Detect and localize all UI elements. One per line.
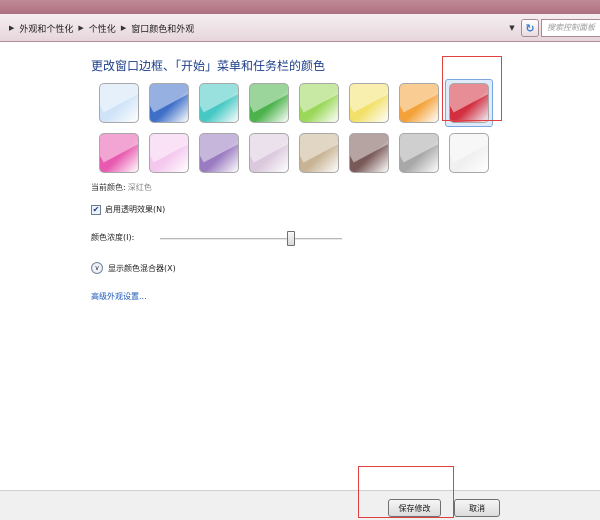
expand-chevron-icon[interactable]: ∨ bbox=[91, 262, 103, 274]
transparency-label[interactable]: 启用透明效果(N) bbox=[105, 204, 165, 215]
color-swatch[interactable] bbox=[399, 83, 439, 123]
current-color-text: 当前颜色: 深红色 bbox=[91, 182, 152, 193]
breadcrumb-item-window-color[interactable]: 窗口颜色和外观 bbox=[131, 22, 194, 35]
button-bar bbox=[0, 490, 600, 520]
intensity-slider-track[interactable] bbox=[160, 238, 342, 240]
color-swatch[interactable] bbox=[149, 83, 189, 123]
page-title: 更改窗口边框、「开始」菜单和任务栏的颜色 bbox=[91, 59, 326, 73]
color-swatch[interactable] bbox=[399, 133, 439, 173]
intensity-label: 颜色浓度(I): bbox=[91, 233, 135, 242]
color-swatch[interactable] bbox=[99, 83, 139, 123]
current-color-value: 深红色 bbox=[127, 183, 152, 192]
transparency-option[interactable]: ✔ 启用透明效果(N) bbox=[91, 204, 165, 215]
search-input[interactable]: 搜索控制面板 bbox=[541, 19, 600, 37]
refresh-icon[interactable]: ↻ bbox=[521, 19, 539, 37]
color-swatch[interactable] bbox=[449, 133, 489, 173]
cancel-button[interactable]: 取消 bbox=[454, 499, 500, 517]
chevron-right-icon: ▶ bbox=[9, 24, 15, 32]
color-swatch[interactable] bbox=[299, 83, 339, 123]
breadcrumb: ▶ 外观和个性化 ▶ 个性化 ▶ 窗口颜色和外观 bbox=[4, 21, 194, 35]
chevron-right-icon[interactable]: ▶ bbox=[121, 24, 126, 32]
color-swatch[interactable] bbox=[199, 83, 239, 123]
current-color-label: 当前颜色: bbox=[91, 183, 126, 192]
highlight-box-selected-swatch bbox=[442, 56, 502, 121]
color-swatch[interactable] bbox=[99, 133, 139, 173]
color-swatch[interactable] bbox=[349, 133, 389, 173]
color-swatch[interactable] bbox=[349, 83, 389, 123]
color-swatch[interactable] bbox=[199, 133, 239, 173]
transparency-checkbox[interactable]: ✔ bbox=[91, 204, 101, 215]
color-swatch[interactable] bbox=[299, 133, 339, 173]
address-bar: ▶ 外观和个性化 ▶ 个性化 ▶ 窗口颜色和外观 ▼ ↻ 搜索控制面板 bbox=[0, 14, 600, 42]
intensity-slider-thumb[interactable] bbox=[287, 231, 296, 246]
breadcrumb-item-personalization[interactable]: 个性化 bbox=[89, 22, 116, 35]
color-mixer-toggle[interactable]: ∨ 显示颜色混合器(X) bbox=[91, 262, 176, 274]
chevron-right-icon[interactable]: ▶ bbox=[78, 24, 83, 32]
highlight-box-save-button bbox=[358, 466, 454, 518]
breadcrumb-item-appearance[interactable]: 外观和个性化 bbox=[19, 22, 73, 35]
chevron-down-icon[interactable]: ▼ bbox=[506, 22, 518, 34]
color-mixer-label[interactable]: 显示颜色混合器(X) bbox=[108, 263, 176, 274]
color-swatch[interactable] bbox=[249, 133, 289, 173]
color-swatch[interactable] bbox=[249, 83, 289, 123]
window-title-strip bbox=[0, 0, 600, 14]
color-swatch[interactable] bbox=[149, 133, 189, 173]
advanced-appearance-link[interactable]: 高级外观设置... bbox=[91, 291, 147, 302]
